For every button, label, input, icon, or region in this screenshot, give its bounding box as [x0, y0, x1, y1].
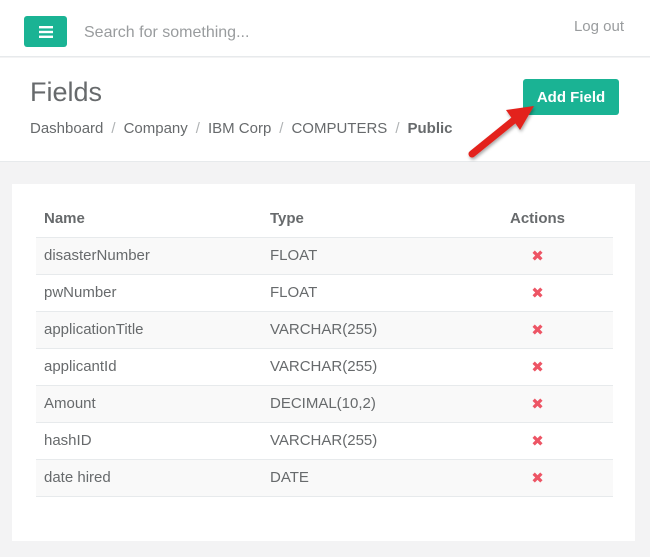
breadcrumb-public: Public — [407, 120, 453, 137]
delete-icon[interactable]: ✖ — [531, 285, 544, 302]
menu-toggle-button[interactable] — [24, 16, 67, 47]
delete-icon[interactable]: ✖ — [531, 433, 544, 450]
page-title: Fields — [30, 77, 103, 107]
field-type-cell: FLOAT — [262, 237, 462, 275]
actions-cell: ✖ — [462, 385, 613, 423]
table-row: Amount DECIMAL(10,2) ✖ — [36, 385, 613, 423]
breadcrumb-separator: / — [111, 120, 116, 137]
top-navbar: Log out — [0, 0, 650, 57]
actions-cell: ✖ — [462, 422, 613, 460]
field-name-cell: applicationTitle — [36, 311, 262, 349]
fields-table: Name Type Actions disasterNumber FLOAT ✖… — [36, 200, 613, 497]
field-name-cell: date hired — [36, 459, 262, 497]
hamburger-icon — [38, 25, 53, 38]
field-type-cell: VARCHAR(255) — [262, 422, 462, 460]
table-row: applicantId VARCHAR(255) ✖ — [36, 348, 613, 386]
actions-cell: ✖ — [462, 348, 613, 386]
column-header-type: Type — [262, 200, 462, 238]
field-name-cell: hashID — [36, 422, 262, 460]
field-type-cell: DECIMAL(10,2) — [262, 385, 462, 423]
breadcrumb: Dashboard / Company / IBM Corp / COMPUTERS / Pub… — [30, 120, 453, 137]
search-input[interactable] — [76, 16, 436, 50]
add-field-button[interactable]: Add Field — [523, 79, 619, 115]
field-name-cell: pwNumber — [36, 274, 262, 312]
breadcrumb-computers[interactable]: COMPUTERS — [291, 120, 387, 137]
field-name-cell: Amount — [36, 385, 262, 423]
table-header-row: Name Type Actions — [36, 200, 613, 238]
delete-icon[interactable]: ✖ — [531, 396, 544, 413]
field-type-cell: FLOAT — [262, 274, 462, 312]
table-row: date hired DATE ✖ — [36, 459, 613, 497]
fields-panel: Name Type Actions disasterNumber FLOAT ✖… — [12, 184, 635, 541]
logout-link[interactable]: Log out — [574, 18, 624, 35]
table-row: disasterNumber FLOAT ✖ — [36, 237, 613, 275]
actions-cell: ✖ — [462, 311, 613, 349]
actions-cell: ✖ — [462, 459, 613, 497]
delete-icon[interactable]: ✖ — [531, 248, 544, 265]
field-name-cell: disasterNumber — [36, 237, 262, 275]
breadcrumb-dashboard[interactable]: Dashboard — [30, 120, 103, 137]
breadcrumb-company[interactable]: Company — [124, 120, 188, 137]
breadcrumb-separator: / — [195, 120, 200, 137]
table-row: hashID VARCHAR(255) ✖ — [36, 422, 613, 460]
field-name-cell: applicantId — [36, 348, 262, 386]
table-row: pwNumber FLOAT ✖ — [36, 274, 613, 312]
delete-icon[interactable]: ✖ — [531, 322, 544, 339]
column-header-name: Name — [36, 200, 262, 238]
page-heading: Fields Dashboard / Company / IBM Corp / COMPUT… — [0, 58, 650, 162]
actions-cell: ✖ — [462, 274, 613, 312]
field-type-cell: VARCHAR(255) — [262, 348, 462, 386]
field-type-cell: DATE — [262, 459, 462, 497]
delete-icon[interactable]: ✖ — [531, 470, 544, 487]
breadcrumb-separator: / — [279, 120, 284, 137]
breadcrumb-ibm-corp[interactable]: IBM Corp — [208, 120, 271, 137]
actions-cell: ✖ — [462, 237, 613, 275]
field-type-cell: VARCHAR(255) — [262, 311, 462, 349]
column-header-actions: Actions — [462, 200, 613, 238]
table-row: applicationTitle VARCHAR(255) ✖ — [36, 311, 613, 349]
breadcrumb-separator: / — [395, 120, 400, 137]
delete-icon[interactable]: ✖ — [531, 359, 544, 376]
